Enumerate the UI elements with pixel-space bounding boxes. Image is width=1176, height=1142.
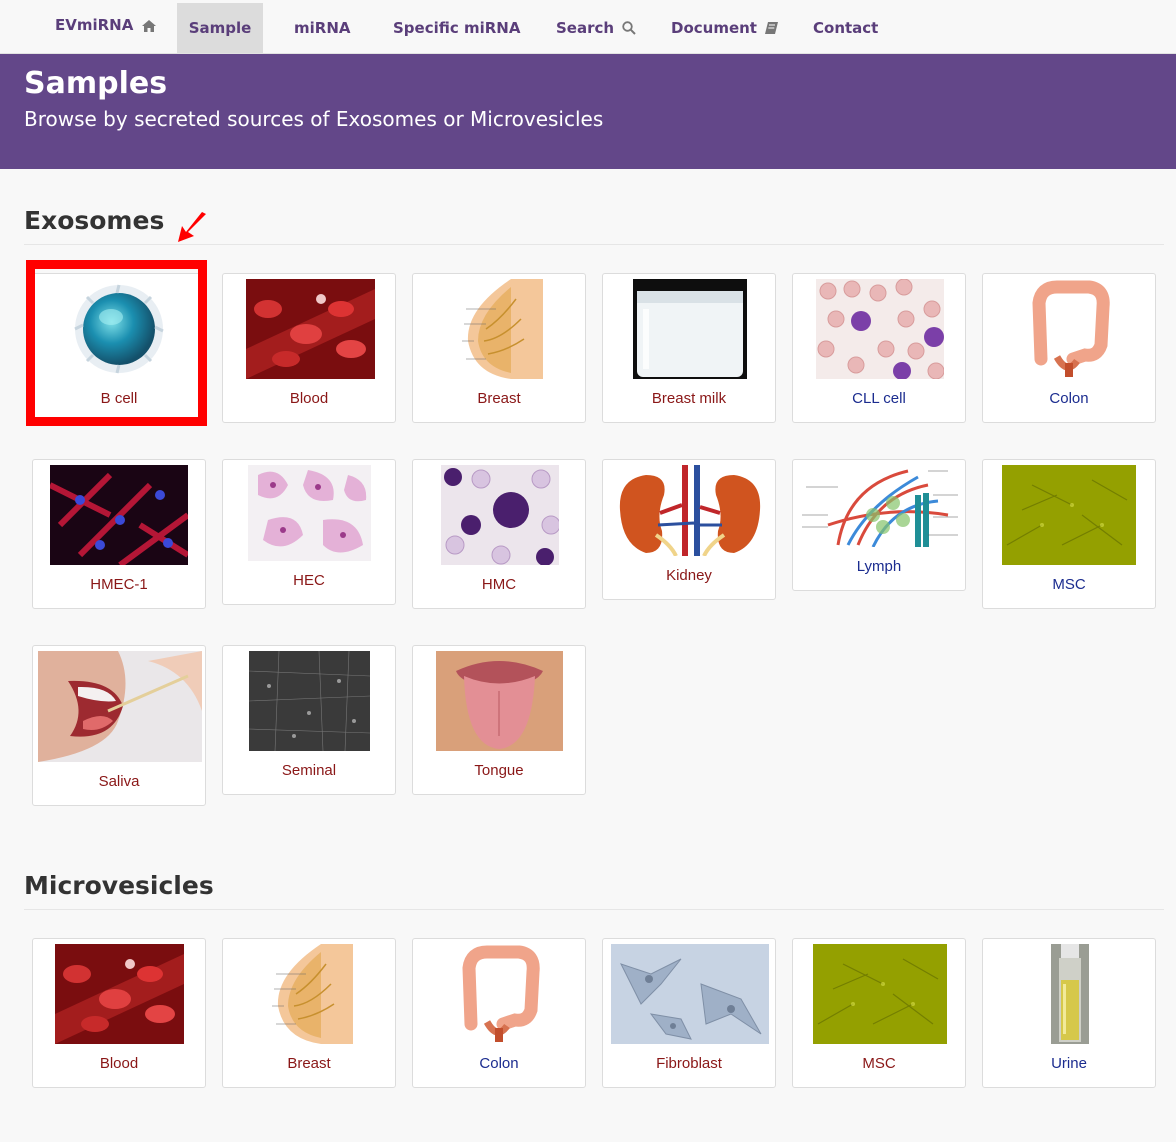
card-cll-cell[interactable]: CLL cell [792, 273, 966, 423]
card-label: CLL cell [852, 390, 906, 407]
card-label: HMC [481, 576, 517, 593]
arrow-icon [178, 212, 206, 242]
highlight-box [26, 260, 207, 426]
card-mv-colon[interactable]: Colon [412, 938, 586, 1088]
card-label: Kidney [666, 567, 712, 584]
page-subtitle: Browse by secreted sources of Exosomes o… [24, 107, 604, 131]
card-mv-blood[interactable]: Blood [32, 938, 206, 1088]
card-lymph[interactable]: Lymph [792, 459, 966, 591]
msc-image [1002, 465, 1136, 565]
divider [24, 244, 1164, 245]
blood-image [55, 944, 184, 1044]
colon-image [1027, 279, 1113, 379]
card-label: Tongue [474, 762, 524, 779]
card-label: Breast [287, 1055, 331, 1072]
card-label: Fibroblast [656, 1055, 722, 1072]
card-label: Colon [479, 1055, 519, 1072]
urine-image [1051, 944, 1089, 1044]
card-label: HMEC-1 [90, 576, 148, 593]
lymph-image [798, 465, 962, 547]
card-label: Colon [1049, 390, 1089, 407]
brand-label: EVmiRNA [55, 16, 134, 34]
book-icon [765, 22, 779, 34]
card-label: Lymph [856, 558, 902, 575]
msc-image [813, 944, 947, 1044]
nav-document[interactable]: Document [671, 3, 779, 53]
hmec-1-image [50, 465, 188, 565]
card-label: Urine [1051, 1055, 1087, 1072]
card-msc[interactable]: MSC [982, 459, 1156, 609]
card-label: MSC [862, 1055, 896, 1072]
card-label: Saliva [98, 773, 140, 790]
exosomes-heading: Exosomes [24, 206, 165, 235]
fibroblast-image [611, 944, 769, 1044]
breast-image [266, 944, 353, 1044]
nav-mirna[interactable]: miRNA [294, 3, 350, 53]
saliva-image [38, 651, 202, 762]
card-saliva[interactable]: Saliva [32, 645, 206, 806]
card-label: Breast milk [651, 390, 727, 407]
breast-image [456, 279, 543, 379]
card-label: Blood [99, 1055, 139, 1072]
nav-contact[interactable]: Contact [813, 3, 878, 53]
card-blood[interactable]: Blood [222, 273, 396, 423]
card-label: Seminal [281, 762, 337, 779]
card-mv-urine[interactable]: Urine [982, 938, 1156, 1088]
breast-milk-image [633, 279, 747, 379]
card-mv-msc[interactable]: MSC [792, 938, 966, 1088]
card-breast[interactable]: Breast [412, 273, 586, 423]
card-kidney[interactable]: Kidney [602, 459, 776, 600]
colon-image [457, 944, 543, 1044]
cll-cell-image [816, 279, 944, 379]
page-title: Samples [24, 66, 168, 101]
hmc-image [441, 465, 559, 565]
card-label: Breast [477, 390, 521, 407]
card-hmc[interactable]: HMC [412, 459, 586, 609]
nav-sample[interactable]: Sample [177, 3, 263, 53]
home-icon [141, 20, 156, 32]
card-colon[interactable]: Colon [982, 273, 1156, 423]
card-hec[interactable]: HEC [222, 459, 396, 605]
seminal-image [249, 651, 370, 751]
microvesicles-heading: Microvesicles [24, 871, 214, 900]
card-breast-milk[interactable]: Breast milk [602, 273, 776, 423]
brand-link[interactable]: EVmiRNA [55, 0, 156, 50]
blood-image [246, 279, 375, 379]
navbar: EVmiRNA Sample miRNA Specific miRNA Sear… [0, 0, 1176, 54]
tongue-image [436, 651, 563, 751]
card-label: Blood [289, 390, 329, 407]
card-seminal[interactable]: Seminal [222, 645, 396, 795]
card-mv-breast[interactable]: Breast [222, 938, 396, 1088]
card-label: HEC [293, 572, 325, 589]
nav-search[interactable]: Search [556, 3, 637, 53]
card-hmec-1[interactable]: HMEC-1 [32, 459, 206, 609]
page-header: Samples Browse by secreted sources of Ex… [0, 54, 1176, 169]
hec-image [248, 465, 371, 561]
nav-specific-mirna[interactable]: Specific miRNA [393, 3, 520, 53]
card-mv-fibroblast[interactable]: Fibroblast [602, 938, 776, 1088]
kidney-image [616, 465, 764, 556]
card-label: MSC [1052, 576, 1086, 593]
search-icon [622, 21, 637, 35]
divider [24, 909, 1164, 910]
card-tongue[interactable]: Tongue [412, 645, 586, 795]
